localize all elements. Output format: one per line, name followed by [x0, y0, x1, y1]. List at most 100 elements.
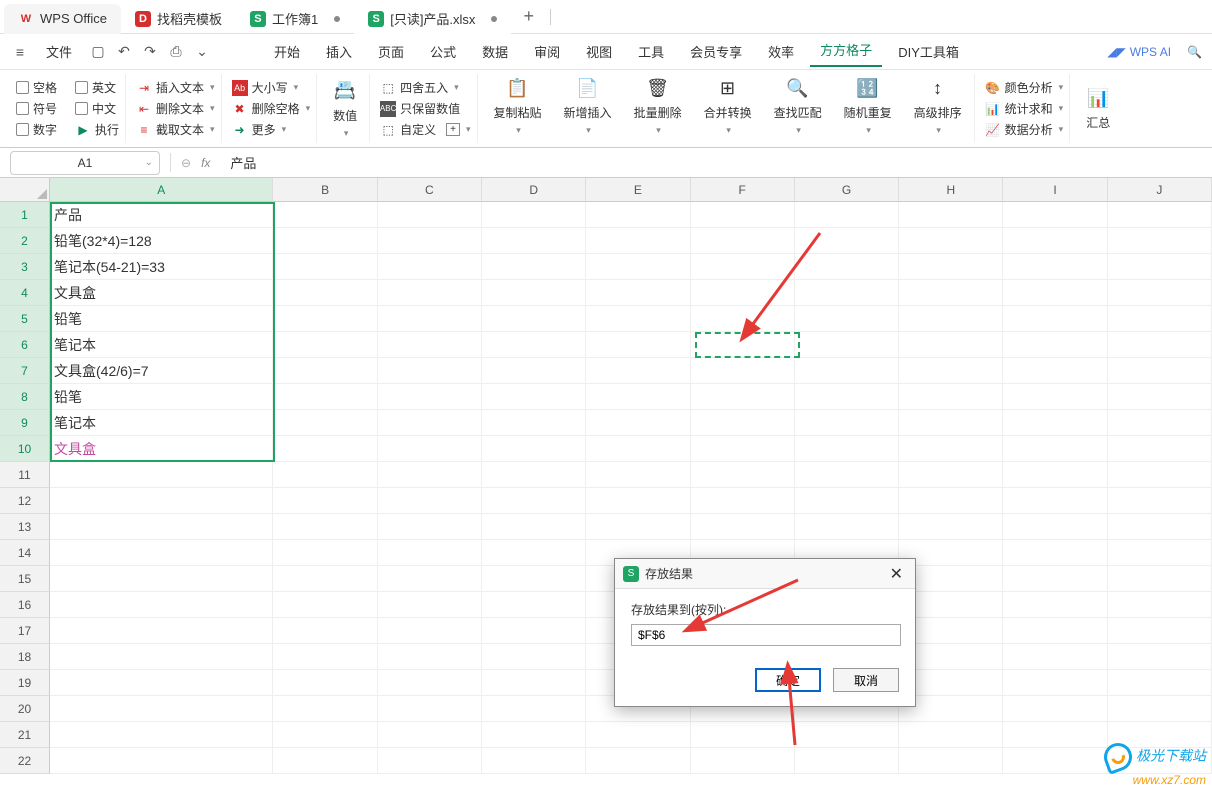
cell-G10[interactable]: [795, 436, 899, 462]
cell-A6[interactable]: 笔记本: [50, 332, 273, 358]
delete-space-button[interactable]: ✖删除空格: [232, 100, 311, 117]
cell-C18[interactable]: [378, 644, 482, 670]
cell-B11[interactable]: [273, 462, 377, 488]
cell-I2[interactable]: [1003, 228, 1107, 254]
cell-C4[interactable]: [378, 280, 482, 306]
cancel-button[interactable]: 取消: [833, 668, 899, 692]
copy-paste-button[interactable]: 📋复制粘贴: [488, 74, 548, 143]
menu-efficiency[interactable]: 效率: [758, 38, 804, 65]
cell-J7[interactable]: [1108, 358, 1212, 384]
cell-F2[interactable]: [691, 228, 795, 254]
cell-J17[interactable]: [1108, 618, 1212, 644]
cell-G11[interactable]: [795, 462, 899, 488]
cell-B6[interactable]: [273, 332, 377, 358]
checkbox-chinese[interactable]: [75, 102, 88, 115]
checkbox-space[interactable]: [16, 81, 29, 94]
cell-I5[interactable]: [1003, 306, 1107, 332]
cell-C8[interactable]: [378, 384, 482, 410]
cell-F8[interactable]: [691, 384, 795, 410]
cell-F13[interactable]: [691, 514, 795, 540]
cell-E6[interactable]: [586, 332, 690, 358]
column-header-J[interactable]: J: [1108, 178, 1212, 202]
row-header-5[interactable]: 5: [0, 306, 50, 332]
cell-I8[interactable]: [1003, 384, 1107, 410]
cell-D8[interactable]: [482, 384, 586, 410]
cell-J19[interactable]: [1108, 670, 1212, 696]
cell-B5[interactable]: [273, 306, 377, 332]
cell-D18[interactable]: [482, 644, 586, 670]
cell-C10[interactable]: [378, 436, 482, 462]
row-header-10[interactable]: 10: [0, 436, 50, 462]
column-header-D[interactable]: D: [482, 178, 586, 202]
cell-A4[interactable]: 文具盒: [50, 280, 273, 306]
dialog-titlebar[interactable]: S 存放结果 ✕: [615, 559, 915, 589]
row-header-2[interactable]: 2: [0, 228, 50, 254]
cell-E2[interactable]: [586, 228, 690, 254]
checkbox-english[interactable]: [75, 81, 88, 94]
cell-H8[interactable]: [899, 384, 1003, 410]
cell-I22[interactable]: [1003, 748, 1107, 774]
select-all-corner[interactable]: [0, 178, 50, 202]
ok-button[interactable]: 确定: [755, 668, 821, 692]
cell-A5[interactable]: 铅笔: [50, 306, 273, 332]
cell-I1[interactable]: [1003, 202, 1107, 228]
cell-I18[interactable]: [1003, 644, 1107, 670]
cell-B20[interactable]: [273, 696, 377, 722]
cell-A1[interactable]: 产品: [50, 202, 273, 228]
menu-start[interactable]: 开始: [264, 38, 310, 65]
cell-J18[interactable]: [1108, 644, 1212, 670]
cell-C12[interactable]: [378, 488, 482, 514]
cell-C14[interactable]: [378, 540, 482, 566]
cell-I21[interactable]: [1003, 722, 1107, 748]
cell-G22[interactable]: [795, 748, 899, 774]
cell-D4[interactable]: [482, 280, 586, 306]
row-header-4[interactable]: 4: [0, 280, 50, 306]
cell-F3[interactable]: [691, 254, 795, 280]
cell-H4[interactable]: [899, 280, 1003, 306]
cell-D6[interactable]: [482, 332, 586, 358]
cell-H3[interactable]: [899, 254, 1003, 280]
row-header-12[interactable]: 12: [0, 488, 50, 514]
cell-A18[interactable]: [50, 644, 273, 670]
cell-D7[interactable]: [482, 358, 586, 384]
cell-J15[interactable]: [1108, 566, 1212, 592]
cell-F10[interactable]: [691, 436, 795, 462]
cell-F21[interactable]: [691, 722, 795, 748]
cell-E11[interactable]: [586, 462, 690, 488]
name-box[interactable]: A1: [10, 151, 160, 175]
cell-I4[interactable]: [1003, 280, 1107, 306]
cell-E12[interactable]: [586, 488, 690, 514]
save-icon[interactable]: ▢: [88, 42, 108, 62]
row-header-22[interactable]: 22: [0, 748, 50, 774]
cell-C7[interactable]: [378, 358, 482, 384]
cell-G7[interactable]: [795, 358, 899, 384]
find-match-button[interactable]: 🔍查找匹配: [768, 74, 828, 143]
tab-daoke[interactable]: D 找稻壳模板: [121, 4, 236, 34]
menu-member[interactable]: 会员专享: [680, 38, 752, 65]
cell-G8[interactable]: [795, 384, 899, 410]
column-header-E[interactable]: E: [586, 178, 690, 202]
row-header-20[interactable]: 20: [0, 696, 50, 722]
menu-tools[interactable]: 工具: [628, 38, 674, 65]
cell-B19[interactable]: [273, 670, 377, 696]
cell-G9[interactable]: [795, 410, 899, 436]
cell-J9[interactable]: [1108, 410, 1212, 436]
keep-number-button[interactable]: ABC只保留数值: [380, 100, 470, 117]
cell-D5[interactable]: [482, 306, 586, 332]
cell-A22[interactable]: [50, 748, 273, 774]
cell-E10[interactable]: [586, 436, 690, 462]
summary-button[interactable]: 📊汇总: [1080, 84, 1116, 133]
cell-B15[interactable]: [273, 566, 377, 592]
cell-H2[interactable]: [899, 228, 1003, 254]
menu-formula[interactable]: 公式: [420, 38, 466, 65]
cell-I16[interactable]: [1003, 592, 1107, 618]
cell-H1[interactable]: [899, 202, 1003, 228]
cell-H5[interactable]: [899, 306, 1003, 332]
cell-D19[interactable]: [482, 670, 586, 696]
execute-button[interactable]: 执行: [95, 121, 119, 138]
cell-J14[interactable]: [1108, 540, 1212, 566]
cell-D1[interactable]: [482, 202, 586, 228]
row-header-15[interactable]: 15: [0, 566, 50, 592]
cell-D17[interactable]: [482, 618, 586, 644]
advanced-sort-button[interactable]: ↕高级排序: [908, 74, 968, 143]
